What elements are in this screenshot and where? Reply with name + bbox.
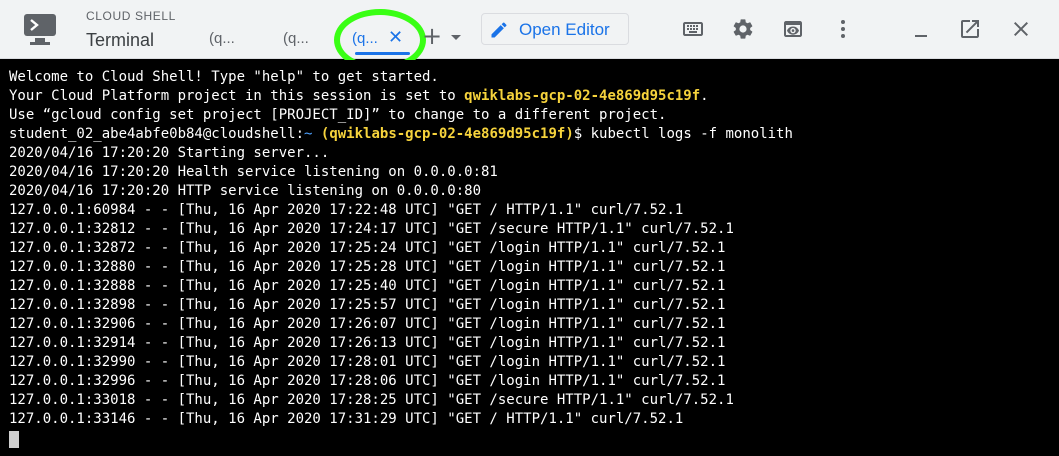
open-in-new-window-icon[interactable] xyxy=(958,17,982,41)
project-line-prefix: Your Cloud Platform project in this sess… xyxy=(9,88,465,104)
command-text: kubectl logs -f monolith xyxy=(590,126,793,142)
project-line-suffix: . xyxy=(700,88,709,104)
cloud-shell-terminal-icon xyxy=(22,12,60,48)
cloud-shell-header: CLOUD SHELL Terminal (q... (q... (q... ✕… xyxy=(0,0,1059,71)
close-tab-icon[interactable]: ✕ xyxy=(388,27,403,48)
app-label: CLOUD SHELL xyxy=(86,9,176,23)
prompt-project: (qwiklabs-gcp-02-4e869d95c19f) xyxy=(320,126,574,142)
open-editor-label: Open Editor xyxy=(519,20,610,39)
log-line: 127.0.0.1:32880 - - [Thu, 16 Apr 2020 17… xyxy=(9,259,726,275)
open-editor-button[interactable]: Open Editor xyxy=(481,13,629,45)
log-line: 127.0.0.1:33018 - - [Thu, 16 Apr 2020 17… xyxy=(9,392,734,408)
active-tab-indicator xyxy=(355,52,410,55)
add-tab-icon[interactable]: + xyxy=(422,22,442,50)
welcome-line: Welcome to Cloud Shell! Type "help" to g… xyxy=(9,69,439,85)
log-line: 127.0.0.1:33146 - - [Thu, 16 Apr 2020 17… xyxy=(9,411,684,427)
prompt-line: student_02_abe4abfe0b84@cloudshell:~ (qw… xyxy=(9,125,1059,144)
config-hint-line: Use “gcloud config set project [PROJECT_… xyxy=(9,107,667,123)
chevron-down-icon[interactable] xyxy=(451,35,461,40)
keyboard-icon[interactable] xyxy=(681,17,705,41)
terminal-cursor[interactable] xyxy=(9,431,19,448)
log-line: 127.0.0.1:32996 - - [Thu, 16 Apr 2020 17… xyxy=(9,373,726,389)
more-vert-icon[interactable] xyxy=(831,17,855,41)
log-line: 2020/04/16 17:20:20 Health service liste… xyxy=(9,164,498,180)
close-icon[interactable] xyxy=(1009,17,1033,41)
prompt-path: ~ xyxy=(304,126,313,142)
tab-2[interactable]: (q... xyxy=(283,30,309,47)
pencil-icon xyxy=(491,22,507,38)
log-line: 127.0.0.1:32888 - - [Thu, 16 Apr 2020 17… xyxy=(9,278,726,294)
log-line: 127.0.0.1:32812 - - [Thu, 16 Apr 2020 17… xyxy=(9,221,734,237)
minimize-icon[interactable] xyxy=(909,17,933,41)
prompt-symbol: $ xyxy=(573,126,591,142)
log-line: 127.0.0.1:32898 - - [Thu, 16 Apr 2020 17… xyxy=(9,297,726,313)
project-line: Your Cloud Platform project in this sess… xyxy=(9,87,1059,106)
log-line: 127.0.0.1:32906 - - [Thu, 16 Apr 2020 17… xyxy=(9,316,726,332)
terminal-output[interactable]: Welcome to Cloud Shell! Type "help" to g… xyxy=(0,60,1059,456)
cursor-line xyxy=(9,429,1059,448)
log-line: 127.0.0.1:60984 - - [Thu, 16 Apr 2020 17… xyxy=(9,202,684,218)
gear-icon[interactable] xyxy=(731,17,755,41)
log-line: 2020/04/16 17:20:20 HTTP service listeni… xyxy=(9,183,482,199)
log-line: 2020/04/16 17:20:20 Starting server... xyxy=(9,145,330,161)
tab-3-active[interactable]: (q... xyxy=(352,30,378,47)
app-title: Terminal xyxy=(86,30,155,50)
tab-1[interactable]: (q... xyxy=(209,30,235,47)
prompt-user: student_02_abe4abfe0b84@cloudshell: xyxy=(9,126,305,142)
project-id: qwiklabs-gcp-02-4e869d95c19f xyxy=(464,88,701,104)
log-line: 127.0.0.1:32914 - - [Thu, 16 Apr 2020 17… xyxy=(9,335,726,351)
log-line: 127.0.0.1:32990 - - [Thu, 16 Apr 2020 17… xyxy=(9,354,726,370)
web-preview-icon[interactable] xyxy=(781,17,805,41)
log-line: 127.0.0.1:32872 - - [Thu, 16 Apr 2020 17… xyxy=(9,240,726,256)
